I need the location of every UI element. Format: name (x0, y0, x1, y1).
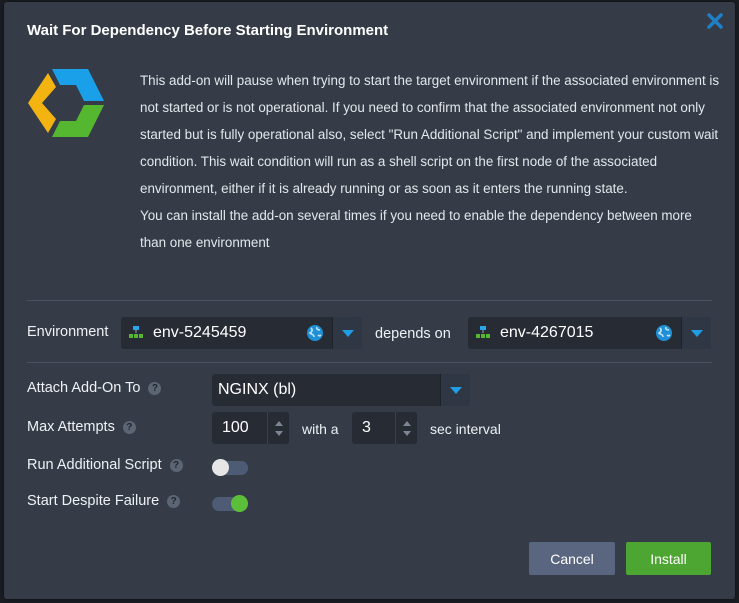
start-despite-failure-label: Start Despite Failure ? (27, 493, 181, 509)
start-despite-failure-toggle[interactable] (212, 495, 248, 512)
chevron-down-icon (449, 386, 462, 394)
cancel-button[interactable]: Cancel (529, 542, 615, 575)
with-a-label: with a (302, 421, 339, 437)
divider (27, 362, 712, 363)
close-icon[interactable] (705, 11, 725, 31)
source-environment-select[interactable]: env-5245459 (121, 317, 362, 349)
interval-spin-buttons[interactable] (395, 412, 417, 444)
environment-icon (129, 326, 143, 338)
toggle-knob (231, 495, 248, 512)
increment-icon[interactable] (402, 420, 411, 426)
interval-stepper[interactable]: 3 (352, 412, 417, 444)
description-paragraph: This add-on will pause when trying to st… (140, 73, 720, 196)
globe-icon (307, 325, 323, 341)
max-attempts-stepper[interactable]: 100 (212, 412, 289, 444)
chevron-down-icon (690, 329, 703, 337)
attach-add-on-label: Attach Add-On To ? (27, 380, 162, 396)
increment-icon[interactable] (274, 420, 283, 426)
attach-add-on-value: NGINX (bl) (218, 381, 297, 398)
attach-add-on-dropdown-button[interactable] (440, 374, 470, 406)
environment-icon (476, 326, 490, 338)
help-icon[interactable]: ? (167, 494, 181, 508)
run-additional-script-label: Run Additional Script ? (27, 457, 183, 473)
target-environment-select[interactable]: env-4267015 (468, 317, 711, 349)
help-icon[interactable]: ? (169, 458, 183, 472)
dialog-description: This add-on will pause when trying to st… (140, 67, 720, 256)
environment-label: Environment (27, 324, 109, 340)
target-environment-dropdown-button[interactable] (681, 317, 711, 349)
source-environment-dropdown-button[interactable] (332, 317, 362, 349)
max-attempts-value: 100 (222, 419, 249, 436)
run-additional-script-text: Run Additional Script (27, 457, 162, 473)
max-attempts-spin-buttons[interactable] (267, 412, 289, 444)
decrement-icon[interactable] (402, 430, 411, 436)
install-button[interactable]: Install (626, 542, 711, 575)
decrement-icon[interactable] (274, 430, 283, 436)
attach-add-on-text: Attach Add-On To (27, 380, 141, 396)
attach-add-on-select[interactable]: NGINX (bl) (212, 374, 470, 406)
help-icon[interactable]: ? (148, 381, 162, 395)
divider (27, 300, 712, 301)
run-additional-script-toggle[interactable] (212, 459, 248, 476)
description-paragraph: You can install the add-on several times… (140, 208, 692, 250)
start-despite-failure-text: Start Despite Failure (27, 493, 160, 509)
max-attempts-label: Max Attempts ? (27, 419, 136, 435)
help-icon[interactable]: ? (122, 420, 136, 434)
toggle-knob (212, 459, 229, 476)
target-environment-name: env-4267015 (500, 324, 594, 341)
chevron-down-icon (341, 329, 354, 337)
sec-interval-label: sec interval (430, 421, 501, 437)
interval-value: 3 (362, 419, 371, 436)
globe-icon (656, 325, 672, 341)
dialog-title: Wait For Dependency Before Starting Envi… (27, 22, 389, 39)
depends-on-label: depends on (375, 326, 451, 342)
add-on-dialog: Wait For Dependency Before Starting Envi… (4, 2, 735, 599)
max-attempts-text: Max Attempts (27, 419, 115, 435)
source-environment-name: env-5245459 (153, 324, 247, 341)
add-on-logo-icon (28, 69, 104, 137)
